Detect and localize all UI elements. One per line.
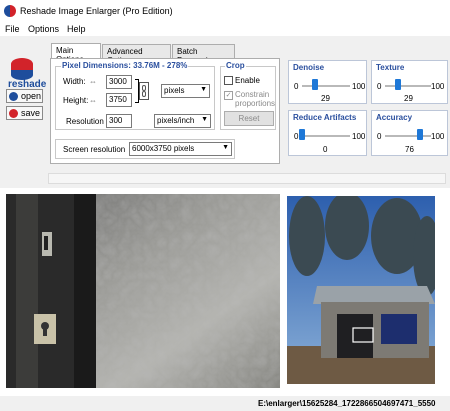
- open-button[interactable]: open: [6, 89, 43, 103]
- texture-card: Texture 0 100 29: [371, 60, 448, 104]
- width-arrows-icon: ⇔: [89, 77, 97, 86]
- texture-thumb[interactable]: [395, 79, 402, 90]
- chevron-down-icon: ▼: [222, 144, 229, 151]
- menu-help[interactable]: Help: [67, 24, 86, 34]
- enable-checkbox[interactable]: [224, 76, 233, 85]
- progress-bar: [48, 173, 446, 184]
- enable-label: Enable: [235, 76, 260, 85]
- denoise-max: 100: [352, 82, 366, 91]
- menu-options[interactable]: Options: [28, 24, 59, 34]
- accuracy-track[interactable]: [385, 135, 431, 137]
- resolution-unit-select[interactable]: pixels/inch ▼: [154, 114, 211, 128]
- width-input[interactable]: 3000: [106, 75, 132, 89]
- texture-label: Texture: [376, 63, 405, 72]
- crop-title: Crop: [225, 61, 246, 70]
- width-label: Width:: [63, 77, 86, 86]
- save-button[interactable]: save: [6, 106, 43, 120]
- accuracy-max: 100: [431, 132, 445, 141]
- reduce-artifacts-value: 0: [323, 145, 328, 154]
- save-icon: [9, 109, 18, 118]
- height-label: Height:: [63, 96, 89, 105]
- tab-advanced-options[interactable]: Advanced Options: [102, 44, 171, 65]
- accuracy-value: 76: [405, 145, 414, 154]
- status-bar: E:\enlarger\15625284_1722866504697471_55…: [0, 396, 450, 411]
- pixel-dimensions-title: Pixel Dimensions: 33.76M - 278%: [61, 61, 189, 70]
- menu-file[interactable]: File: [5, 24, 20, 34]
- denoise-label: Denoise: [293, 63, 325, 72]
- reduce-artifacts-max: 100: [352, 132, 366, 141]
- resolution-label: Resolution: [66, 117, 104, 126]
- app-icon: [4, 5, 16, 17]
- screen-resolution-label: Screen resolution: [63, 145, 126, 154]
- texture-value: 29: [404, 94, 413, 103]
- reduce-artifacts-label: Reduce Artifacts: [293, 113, 357, 122]
- enlarged-preview-image[interactable]: [6, 194, 280, 388]
- accuracy-thumb[interactable]: [416, 129, 423, 140]
- texture-max: 100: [431, 82, 445, 91]
- texture-track[interactable]: [385, 85, 431, 87]
- open-icon: [9, 92, 18, 101]
- reduce-artifacts-min: 0: [294, 132, 299, 141]
- height-arrows-icon: ⇔: [89, 96, 97, 105]
- denoise-card: Denoise 0 100 29: [288, 60, 367, 104]
- texture-min: 0: [377, 82, 382, 91]
- reset-button[interactable]: Reset: [224, 111, 274, 126]
- accuracy-label: Accuracy: [376, 113, 413, 122]
- reduce-artifacts-thumb[interactable]: [299, 129, 305, 140]
- accuracy-min: 0: [377, 132, 382, 141]
- chain-link-icon[interactable]: [139, 82, 149, 100]
- accuracy-card: Accuracy 0 100 76: [371, 110, 448, 156]
- constrain-checkbox[interactable]: ✓: [224, 91, 233, 100]
- denoise-min: 0: [294, 82, 299, 91]
- denoise-thumb[interactable]: [312, 79, 319, 90]
- screen-resolution-select[interactable]: 6000x3750 pixels ▼: [129, 142, 232, 156]
- chevron-down-icon: ▼: [201, 116, 208, 123]
- reshade-logo: reshade: [8, 58, 46, 90]
- reduce-artifacts-track[interactable]: [302, 135, 350, 137]
- denoise-track[interactable]: [302, 85, 350, 87]
- title-bar: Reshade Image Enlarger (Pro Edition): [0, 0, 450, 22]
- menu-bar: File Options Help: [0, 22, 450, 36]
- tab-batch-processing[interactable]: Batch Processing: [172, 44, 235, 65]
- constrain-label: Constrain proportions: [235, 90, 276, 108]
- denoise-value: 29: [321, 94, 330, 103]
- height-input[interactable]: 3750: [106, 93, 132, 107]
- reduce-artifacts-card: Reduce Artifacts 0 100 0: [288, 110, 367, 156]
- window-title: Reshade Image Enlarger (Pro Edition): [20, 6, 173, 16]
- tab-main-options[interactable]: Main Options: [51, 43, 101, 64]
- chevron-down-icon: ▼: [200, 86, 207, 93]
- file-path: E:\enlarger\15625284_1722866504697471_55…: [258, 399, 436, 408]
- unit-select[interactable]: pixels ▼: [161, 84, 210, 98]
- original-thumbnail-image[interactable]: [287, 196, 435, 384]
- resolution-input[interactable]: 300: [106, 114, 132, 128]
